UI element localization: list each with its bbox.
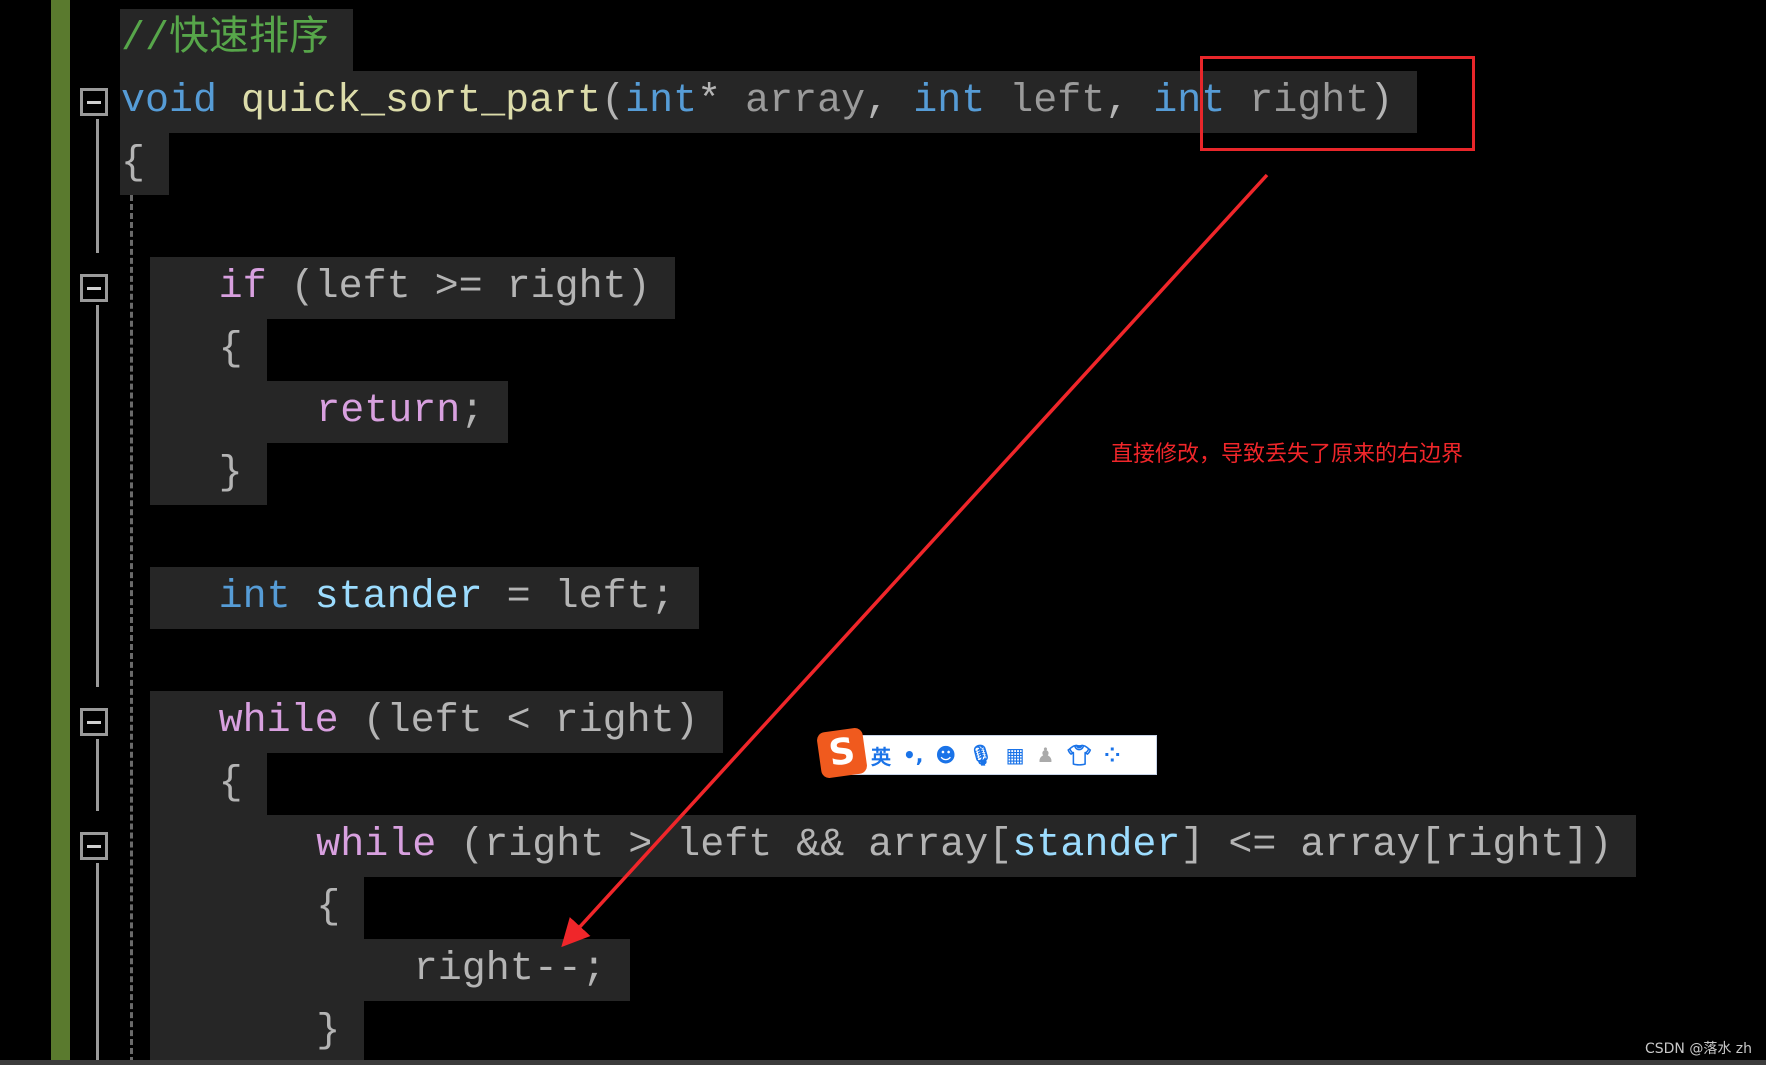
microphone-icon[interactable]: 🎙︎	[968, 743, 993, 767]
ime-toolbar[interactable]: S 英 •, ☻ 🎙︎ ▦ ♟ 👕︎ ⁘	[816, 727, 1157, 779]
apps-icon[interactable]: ⁘	[1104, 743, 1121, 767]
ime-mode-toggle[interactable]: 英	[871, 741, 891, 770]
punctuation-toggle[interactable]: •,	[903, 743, 923, 767]
sogou-logo-icon[interactable]: S	[816, 727, 868, 779]
user-icon[interactable]: ♟	[1037, 743, 1055, 767]
emoji-icon[interactable]: ☻	[935, 743, 956, 767]
annotation-arrow	[561, 173, 1269, 948]
keyboard-icon[interactable]: ▦	[1006, 743, 1025, 767]
skin-icon[interactable]: 👕︎	[1066, 743, 1091, 767]
watermark: CSDN @落水 zh	[1644, 1041, 1752, 1057]
horizontal-scrollbar[interactable]	[0, 1060, 1766, 1065]
